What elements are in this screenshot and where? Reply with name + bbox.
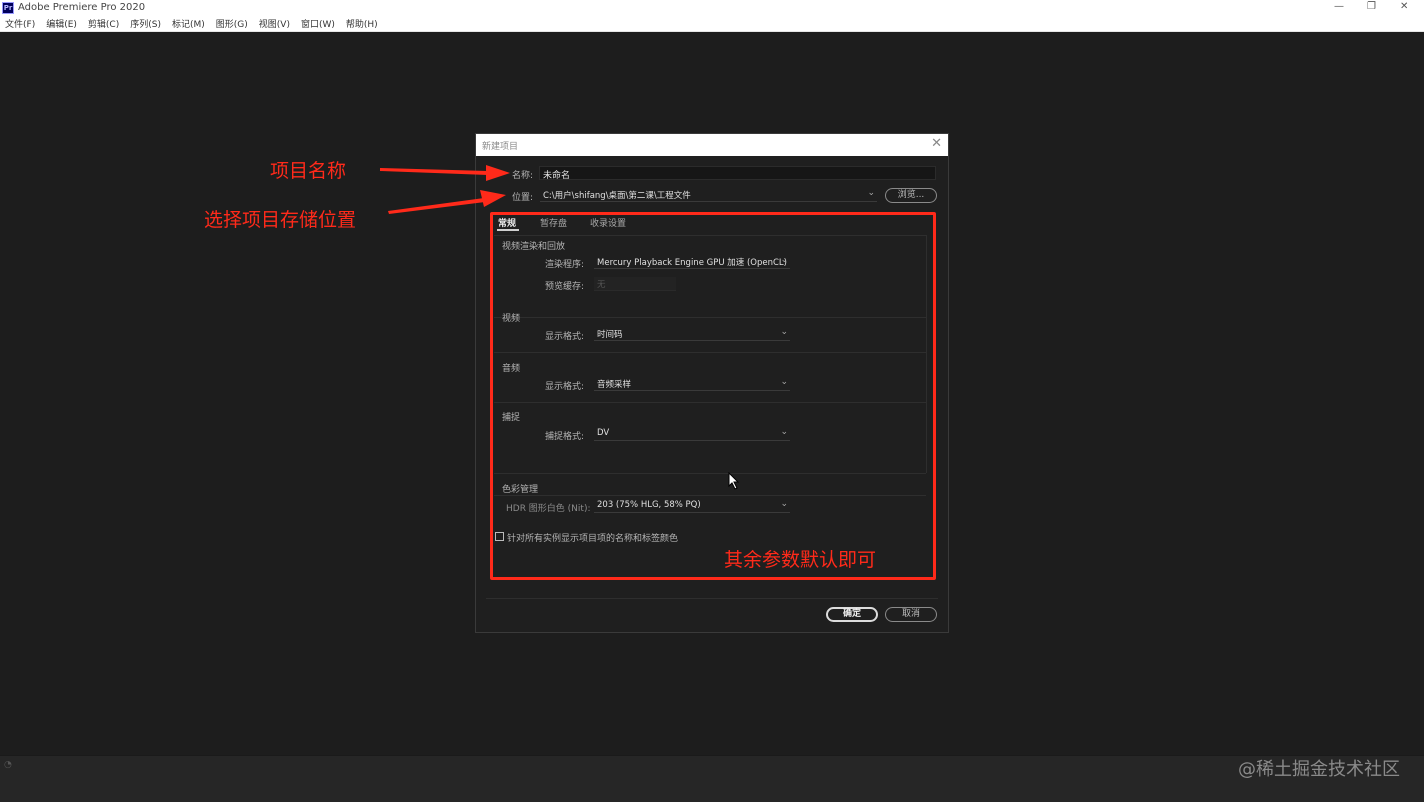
mouse-cursor-icon	[728, 472, 740, 490]
annotation-arrows	[380, 165, 510, 214]
arrow-to-location-field	[388, 190, 506, 214]
arrow-to-name-field	[380, 165, 510, 181]
